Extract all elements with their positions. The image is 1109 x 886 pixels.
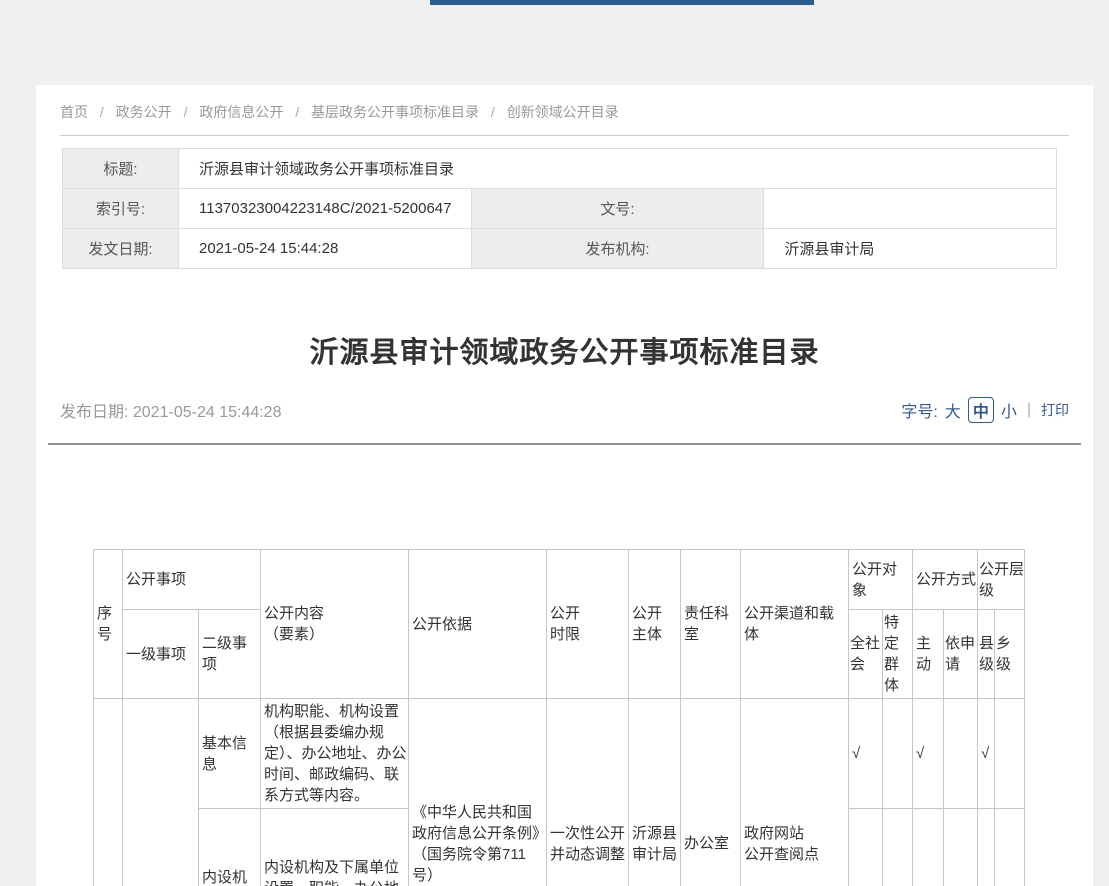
col-header-item-group: 公开事项: [123, 550, 261, 610]
breadcrumb: 首页 / 政务公开 / 政府信息公开 / 基层政务公开事项标准目录 / 创新领域…: [36, 85, 1093, 135]
cell-content: 机构职能、机构设置（根据县委编办规定）、办公地址、办公时间、邮政编码、联系方式等…: [261, 699, 409, 809]
meta-docnum-label: 文号:: [471, 189, 764, 229]
checkmark-county: √: [978, 809, 995, 886]
document-meta-table: 标题: 沂源县审计领域政务公开事项标准目录 索引号: 1137032300422…: [62, 148, 1057, 269]
catalog-table: 序号 公开事项 公开内容 （要素） 公开依据 公开 时限 公开 主体 责任科室 …: [93, 549, 1025, 886]
font-size-large-button[interactable]: 大: [945, 398, 961, 422]
col-header-seq: 序号: [94, 550, 123, 699]
table-row: 基本信息 机构职能、机构设置（根据县委编办规定）、办公地址、办公时间、邮政编码、…: [94, 699, 1025, 809]
cell-channel: 政府网站 公开查阅点: [741, 699, 849, 886]
col-header-subject: 公开 主体: [629, 550, 681, 699]
checkmark-active: √: [913, 699, 944, 809]
col-header-level-county: 县级: [978, 610, 995, 699]
header-row-1: 序号 公开事项 公开内容 （要素） 公开依据 公开 时限 公开 主体 责任科室 …: [94, 550, 1025, 610]
print-button[interactable]: 打印: [1041, 400, 1069, 420]
breadcrumb-innovation-catalog[interactable]: 创新领域公开目录: [507, 104, 619, 120]
col-header-channel: 公开渠道和载体: [741, 550, 849, 699]
cell-subject: 沂源县审计局: [629, 699, 681, 886]
cell-item-l2: 基本信息: [199, 699, 261, 809]
catalog-table-wrapper: 序号 公开事项 公开内容 （要素） 公开依据 公开 时限 公开 主体 责任科室 …: [93, 549, 1093, 886]
col-header-level-group: 公开层级: [978, 550, 1025, 610]
cell-item-l1: [123, 699, 199, 886]
col-header-basis: 公开依据: [409, 550, 547, 699]
meta-date-label: 发文日期:: [63, 229, 179, 269]
meta-index-label: 索引号:: [63, 189, 179, 229]
meta-row-title: 标题: 沂源县审计领域政务公开事项标准目录: [63, 149, 1057, 189]
checkmark-town: [995, 809, 1025, 886]
breadcrumb-zhengwu-gongkai[interactable]: 政务公开: [116, 104, 172, 120]
meta-date-value: 2021-05-24 15:44:28: [179, 229, 472, 269]
page-title: 沂源县审计领域政务公开事项标准目录: [36, 329, 1093, 371]
checkmark-town: [995, 699, 1025, 809]
breadcrumb-standard-catalog[interactable]: 基层政务公开事项标准目录: [311, 104, 479, 120]
cell-item-l2: 内设机构及下属事业: [199, 809, 261, 886]
col-header-method-request: 依申请: [944, 610, 978, 699]
col-header-item-l1: 一级事项: [123, 610, 199, 699]
breadcrumb-gov-info-disclosure[interactable]: 政府信息公开: [199, 104, 283, 120]
publish-date: 发布日期: 2021-05-24 15:44:28: [60, 398, 281, 422]
meta-index-value: 11370323004223148C/2021-5200647: [179, 189, 472, 229]
col-header-time-limit: 公开 时限: [547, 550, 629, 699]
checkmark-active: √: [913, 809, 944, 886]
content-card: 首页 / 政务公开 / 政府信息公开 / 基层政务公开事项标准目录 / 创新领域…: [36, 85, 1093, 886]
publish-info-row: 发布日期: 2021-05-24 15:44:28 字号: 大 中 小 | 打印: [60, 397, 1069, 423]
font-size-small-button[interactable]: 小: [1001, 398, 1017, 422]
breadcrumb-divider: [60, 135, 1069, 136]
meta-title-value: 沂源县审计领域政务公开事项标准目录: [179, 149, 1057, 189]
meta-row-index: 索引号: 11370323004223148C/2021-5200647 文号:: [63, 189, 1057, 229]
checkmark-request: [944, 699, 978, 809]
article-divider: [48, 443, 1081, 445]
checkmark-target-all: √: [849, 699, 883, 809]
col-header-level-town: 乡级: [995, 610, 1025, 699]
meta-org-value: 沂源县审计局: [764, 229, 1057, 269]
font-size-label: 字号:: [901, 398, 937, 422]
meta-title-label: 标题:: [63, 149, 179, 189]
meta-row-date: 发文日期: 2021-05-24 15:44:28 发布机构: 沂源县审计局: [63, 229, 1057, 269]
col-header-method-group: 公开方式: [913, 550, 978, 610]
checkmark-target-specific: [883, 699, 913, 809]
meta-org-label: 发布机构:: [471, 229, 764, 269]
cell-seq: [94, 699, 123, 886]
toolbar-divider: |: [1027, 401, 1031, 419]
publish-date-value: 2021-05-24 15:44:28: [133, 404, 282, 421]
col-header-item-l2: 二级事项: [199, 610, 261, 699]
font-size-medium-button[interactable]: 中: [968, 397, 994, 423]
checkmark-county: √: [978, 699, 995, 809]
col-header-target-group: 公开对象: [849, 550, 913, 610]
col-header-content: 公开内容 （要素）: [261, 550, 409, 699]
col-header-target-specific: 特定群体: [883, 610, 913, 699]
cell-content: 内设机构及下属单位设置、职能、办公地址、办公时间、联系方式、负责人姓名等: [261, 809, 409, 886]
publish-date-label: 发布日期:: [60, 404, 128, 421]
col-header-target-all: 全社会: [849, 610, 883, 699]
breadcrumb-separator: /: [295, 104, 299, 120]
checkmark-target-specific: [883, 809, 913, 886]
font-size-toolbar: 字号: 大 中 小 | 打印: [901, 397, 1069, 423]
breadcrumb-separator: /: [491, 104, 495, 120]
col-header-method-active: 主动: [913, 610, 944, 699]
top-nav-bar-fragment: [430, 0, 814, 5]
meta-docnum-value: [764, 189, 1057, 229]
checkmark-target-all: √: [849, 809, 883, 886]
cell-time-limit: 一次性公开并动态调整: [547, 699, 629, 886]
checkmark-request: [944, 809, 978, 886]
cell-dept: 办公室: [681, 699, 741, 886]
col-header-dept: 责任科室: [681, 550, 741, 699]
breadcrumb-separator: /: [184, 104, 188, 120]
breadcrumb-home[interactable]: 首页: [60, 104, 88, 120]
cell-basis: 《中华人民共和国政府信息公开条例》（国务院令第711号）: [409, 699, 547, 886]
breadcrumb-separator: /: [100, 104, 104, 120]
